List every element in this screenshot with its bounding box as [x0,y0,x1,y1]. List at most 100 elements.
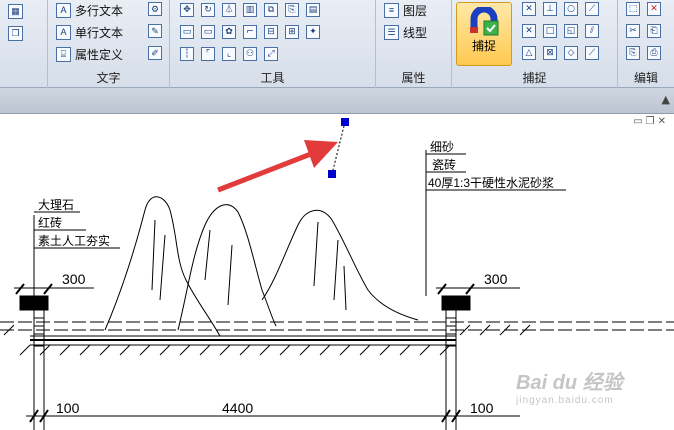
scale-icon[interactable]: ⤢ [264,47,278,61]
edit-row-3: ⎘ ⎙ [626,46,661,60]
pointer-arrow [217,140,338,193]
tools-row-2: ▭ ▭ ✿ ⌐ ⊟ ⊞ ✦ [180,25,320,39]
right-callout: 细砂 瓷砖 40厚1:3干硬性水泥砂浆 [426,140,566,191]
chamfer-icon[interactable]: ⌜ [201,47,215,61]
right-cap-dimension: 300 [484,271,508,287]
stext-label: 单行文本 [75,26,124,40]
bottom-right-dimension: 100 [470,400,494,416]
edit-row-2: ✂ ⎗ [626,24,661,38]
cut-icon[interactable]: ✂ [626,24,640,38]
attdef-button[interactable]: ⌸ 属性定义 [56,46,123,63]
explode-icon[interactable]: ✦ [306,25,320,39]
linetype-label: 线型 [403,26,428,40]
window-icon[interactable]: ▭ [201,25,215,39]
layers-label: 图层 [403,4,428,18]
quadrant-snap-icon[interactable]: ◱ [564,24,578,38]
text-a-icon: A [56,3,71,18]
apparent-snap-icon[interactable]: ✕ [522,24,536,38]
move-icon[interactable]: ✥ [180,3,194,17]
extend-icon[interactable]: ⌐ [243,25,257,39]
rect-icon[interactable]: ▭ [180,25,194,39]
mirror-icon[interactable]: ⏃ [222,3,236,17]
right-layer-3: 40厚1:3干硬性水泥砂浆 [428,175,554,190]
paste-special-icon[interactable]: ⎙ [647,46,661,60]
perpendicular-snap-icon[interactable]: ⊥ [543,2,557,16]
right-layer-2: 瓷砖 [432,157,456,172]
left-layer-1: 大理石 [38,198,74,212]
stretch-icon[interactable]: ▥ [243,3,257,17]
bottom-left-dimension: 100 [56,400,80,416]
ribbon: ▦ ❐ A 多行文本 A 单行文本 ⌸ 属性定义 ⚙ ✎ ✐ 文字 ✥ ↻ ⏃ … [0,0,674,88]
edit-row-1: ⬚ ✕ [626,2,661,16]
snap-group-label: 捕捉 [522,71,547,85]
ribbon-group-text: A 多行文本 A 单行文本 ⌸ 属性定义 ⚙ ✎ ✐ 文字 [48,0,170,88]
selected-line[interactable] [331,121,346,175]
delete-icon[interactable]: ✕ [647,2,661,16]
edit-icon: ✐ [148,46,162,60]
snap-modes-row-3: △ ⊠ ◇ ⟋ [522,46,599,60]
tools-group-label: 工具 [260,71,285,85]
insert-snap-icon[interactable]: ◇ [564,46,578,60]
left-layer-3: 素土人工夯实 [38,233,110,248]
linetype-icon: ☰ [384,25,399,40]
magnet-icon [468,5,500,37]
attdef-label: 属性定义 [75,48,124,62]
midpoint-snap-icon[interactable]: △ [522,46,536,60]
paste-icon[interactable]: ⎗ [647,24,661,38]
copy-icon[interactable]: ⎘ [285,3,299,17]
ribbon-collapse-icon[interactable]: ▲ [662,93,670,106]
tangent-snap-icon[interactable]: ⟋ [585,2,599,16]
break-icon[interactable]: ┆ [180,47,194,61]
snap-modes-row-1: ✕ ⊥ ○ ⟋ [522,2,599,16]
offset-icon[interactable]: ⧉ [264,3,278,17]
grip-top[interactable] [341,118,349,126]
linetype-button[interactable]: ☰ 线型 [384,24,427,41]
array-icon[interactable]: ▤ [306,3,320,17]
node-icon[interactable]: ⚇ [243,47,257,61]
snap-button-label: 捕捉 [471,39,496,53]
ribbon-group-edit: ⬚ ✕ ✂ ⎗ ⎘ ⎙ 编辑 [618,0,674,88]
copy-clip-icon[interactable]: ⎘ [626,46,640,60]
rotate-icon[interactable]: ↻ [201,3,215,17]
node-snap-icon[interactable]: ⊠ [543,46,557,60]
tools-row-1: ✥ ↻ ⏃ ▥ ⧉ ⎘ ▤ [180,3,320,17]
bottom-mid-dimension: 4400 [222,400,253,416]
ribbon-group-partial: ▦ ❐ [0,0,48,88]
paint-icon[interactable]: ✿ [222,25,236,39]
select-icon[interactable]: ⬚ [626,2,640,16]
right-layer-1: 细砂 [430,140,454,154]
parallel-snap-icon[interactable]: ⫽ [585,24,599,38]
stext-button[interactable]: A 单行文本 [56,24,123,41]
edit-group-label: 编辑 [633,71,658,85]
left-layer-2: 红砖 [38,215,62,230]
ribbon-group-tools: ✥ ↻ ⏃ ▥ ⧉ ⎘ ▤ ▭ ▭ ✿ ⌐ ⊟ ⊞ ✦ ┆ ⌜ ⌞ ⚇ ⤢ 工具 [170,0,376,88]
ribbon-minimize-bar: ▲ [0,88,674,114]
partial-tool-2[interactable]: ❐ [8,26,27,41]
mtext-button[interactable]: A 多行文本 [56,2,123,19]
copy-block-icon: ❐ [8,26,23,41]
text-edit-button[interactable]: ✎ [148,24,162,38]
layers-button[interactable]: ≡ 图层 [384,2,427,19]
fillet-icon[interactable]: ⌞ [222,47,236,61]
snap-modes-row-2: ✕ □ ◱ ⫽ [522,24,599,38]
nearest-snap-icon[interactable]: ⟋ [585,46,599,60]
drawing-canvas[interactable]: ▭ ❐ ✕ 大理石 红砖 素土人工夯实 细砂 瓷砖 40厚1:3干硬性水泥砂浆 … [0,114,674,430]
text-style-button[interactable]: ⚙ [148,2,162,16]
partial-tool-1[interactable]: ▦ [8,4,27,19]
square-snap-icon[interactable]: □ [543,24,557,38]
props-group-label: 属性 [401,71,426,85]
pen-icon: ✎ [148,24,162,38]
trim-icon[interactable]: ⊟ [264,25,278,39]
floor-section [0,321,674,356]
join-icon[interactable]: ⊞ [285,25,299,39]
ribbon-group-properties: ≡ 图层 ☰ 线型 属性 [376,0,452,88]
text-find-button[interactable]: ✐ [148,46,162,60]
intersection-snap-icon[interactable]: ✕ [522,2,536,16]
style-icon: ⚙ [148,2,162,16]
grip-bottom[interactable] [328,170,336,178]
watermark-sub: jingyan.baidu.com [516,395,614,406]
attribute-icon: ⌸ [56,47,71,62]
left-cap-dimension: 300 [62,271,86,287]
center-snap-icon[interactable]: ○ [564,2,578,16]
snap-toggle-button[interactable]: 捕捉 [456,2,512,66]
